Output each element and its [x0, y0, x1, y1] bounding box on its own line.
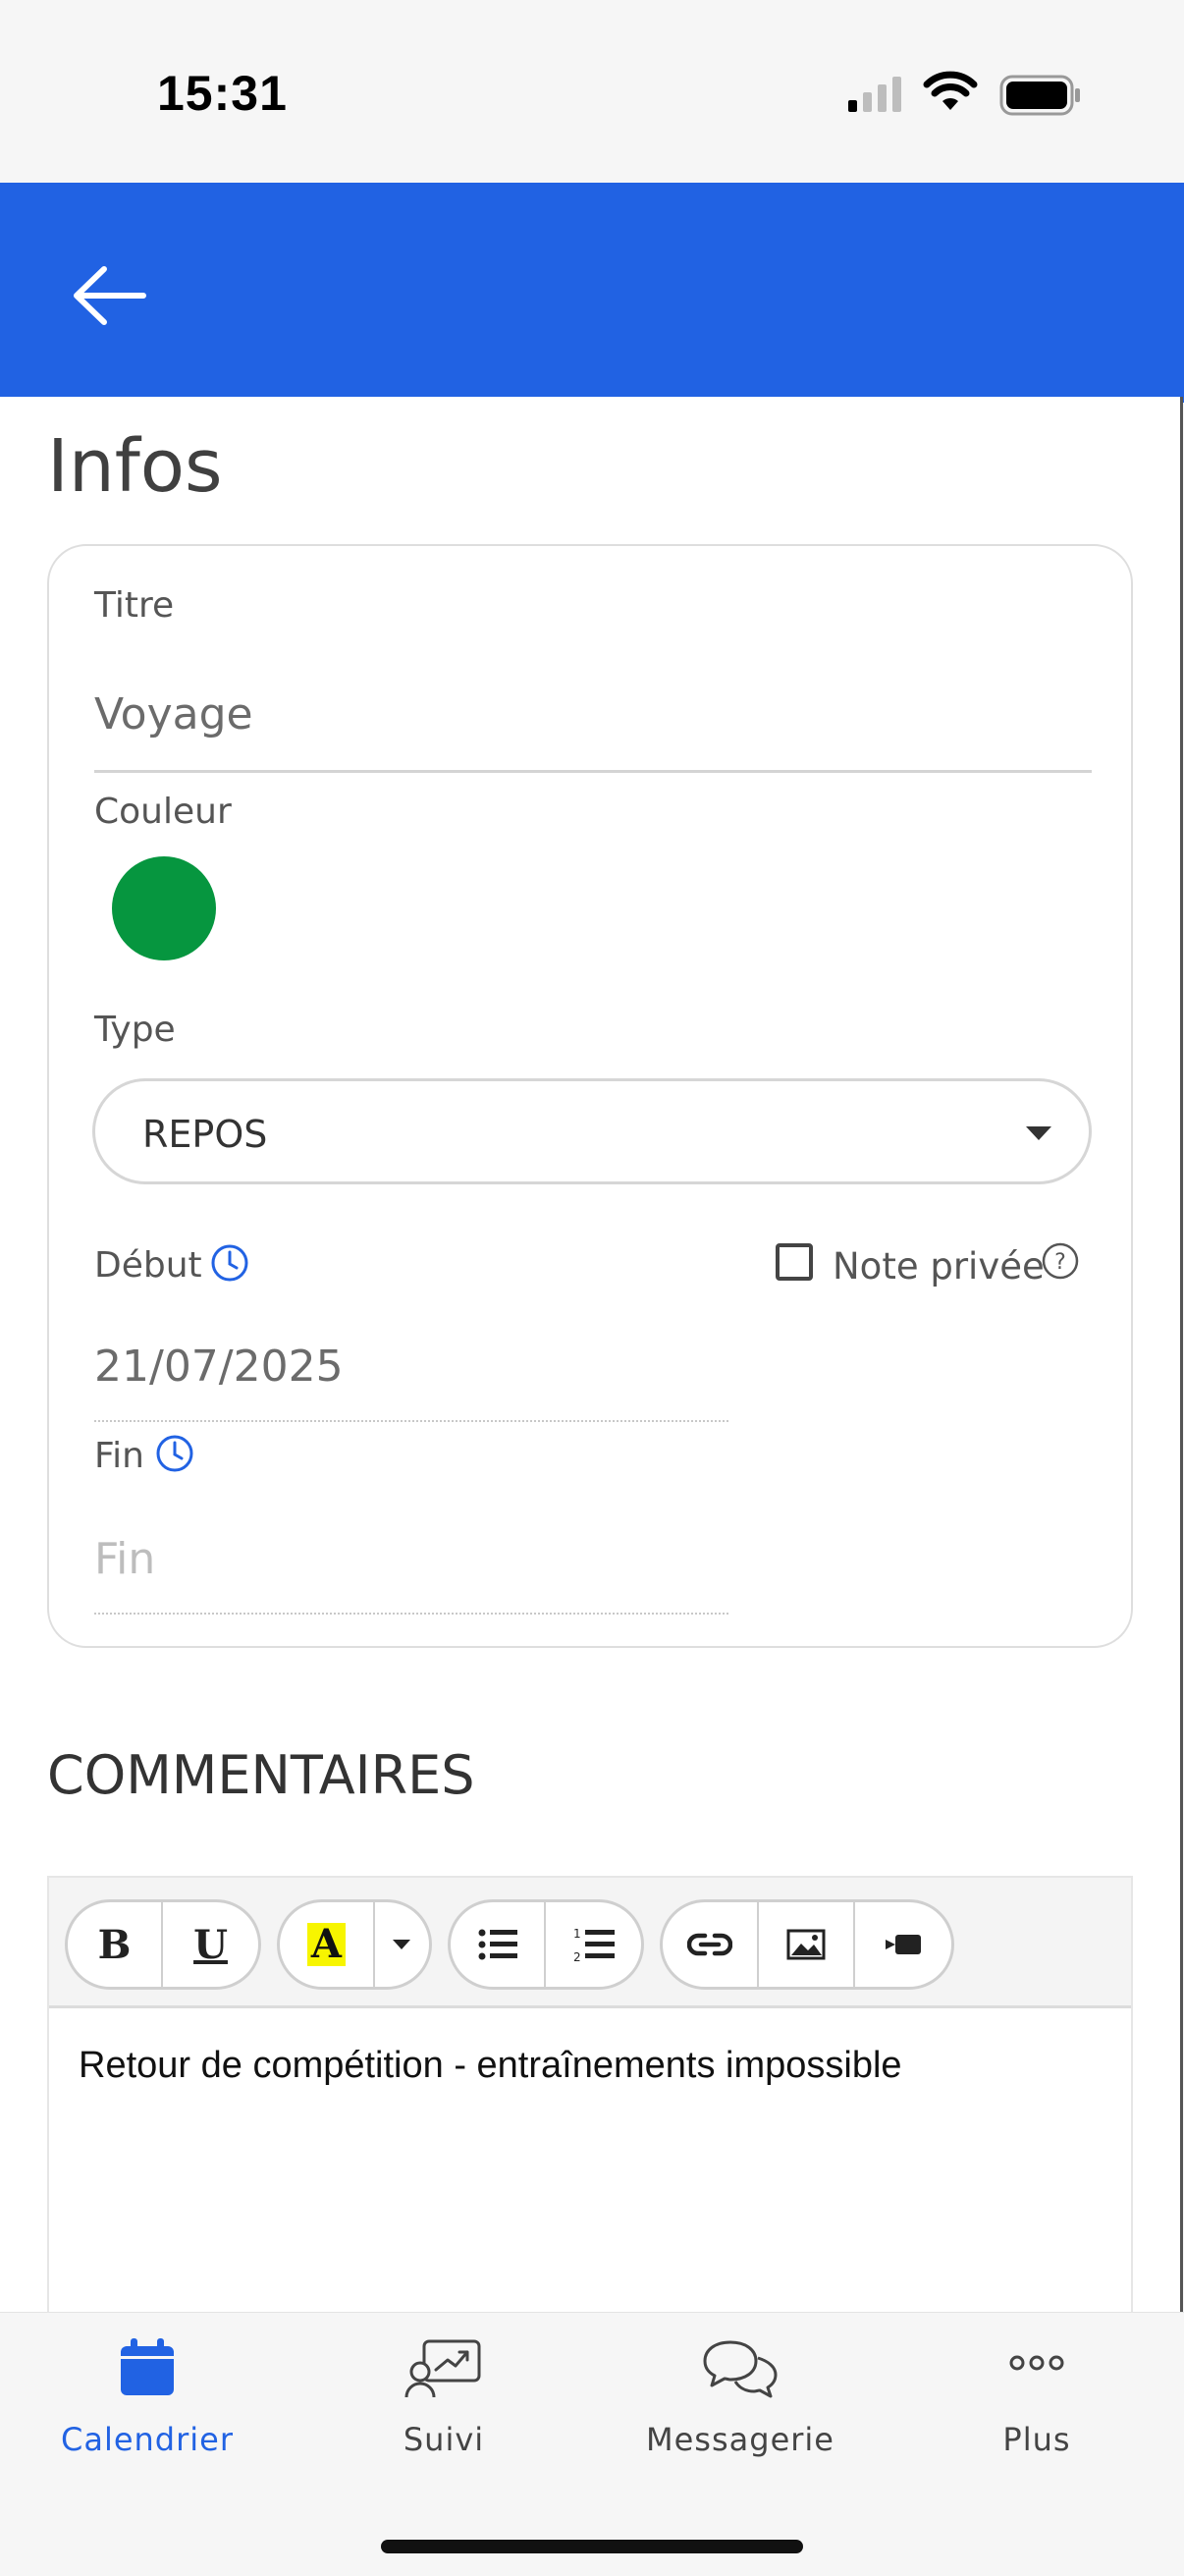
bullet-list-icon [478, 1929, 517, 1960]
nav-label: Suivi [403, 2421, 485, 2458]
underline-button[interactable]: U [163, 1902, 258, 1987]
comments-title: COMMENTAIRES [47, 1744, 475, 1806]
debut-underline [94, 1420, 728, 1422]
text-style-group: B U [65, 1899, 261, 1990]
fin-date-input[interactable]: Fin [94, 1534, 155, 1584]
nav-label: Plus [1002, 2421, 1071, 2458]
bullet-list-button[interactable] [451, 1902, 547, 1987]
video-button[interactable] [855, 1902, 951, 1987]
debut-date-input[interactable]: 21/07/2025 [94, 1342, 344, 1392]
app-header [0, 183, 1184, 403]
more-icon [1009, 2355, 1064, 2371]
wifi-icon [923, 71, 978, 110]
battery-icon [999, 75, 1080, 116]
highlight-icon: A [306, 1923, 346, 1966]
type-label: Type [94, 1010, 176, 1050]
titre-input[interactable]: Voyage [94, 689, 253, 740]
note-privee-label: Note privée [833, 1245, 1045, 1288]
chat-icon [703, 2340, 778, 2398]
home-indicator [381, 2540, 803, 2553]
page-title: Infos [47, 424, 223, 509]
calendar-icon [121, 2338, 174, 2395]
help-icon[interactable]: ? [1041, 1241, 1080, 1281]
debut-label: Début [94, 1245, 202, 1286]
fin-label: Fin [94, 1436, 144, 1476]
nav-item-plus[interactable]: Plus [889, 2313, 1184, 2509]
image-icon [786, 1929, 826, 1960]
highlight-dropdown-button[interactable] [375, 1902, 429, 1987]
type-select[interactable]: REPOS [92, 1078, 1092, 1184]
svg-text:1: 1 [573, 1927, 581, 1941]
tracking-icon [404, 2339, 481, 2398]
cellular-signal-icon [848, 77, 901, 112]
color-picker-swatch[interactable] [112, 856, 216, 960]
underline-icon: U [193, 1921, 228, 1968]
dropdown-icon [393, 1940, 411, 1949]
titre-underline [94, 770, 1092, 773]
nav-item-messagerie[interactable]: Messagerie [593, 2313, 888, 2509]
nav-item-suivi[interactable]: Suivi [296, 2313, 591, 2509]
numbered-list-button[interactable]: 1 2 [546, 1902, 641, 1987]
editor-toolbar: B U A 1 2 [49, 1878, 1131, 2008]
clock-icon[interactable] [210, 1243, 249, 1283]
link-button[interactable] [663, 1902, 759, 1987]
bold-button[interactable]: B [68, 1902, 164, 1987]
couleur-label: Couleur [94, 792, 232, 832]
titre-label: Titre [94, 585, 175, 626]
back-arrow-icon[interactable] [65, 261, 153, 330]
fin-underline [94, 1613, 728, 1615]
note-privee-checkbox[interactable] [776, 1243, 813, 1281]
rich-text-editor: B U A 1 2 Retour de compétition - entraî… [47, 1876, 1133, 2312]
numbered-list-icon: 1 2 [573, 1927, 615, 1963]
chevron-down-icon [1026, 1126, 1051, 1140]
comment-text[interactable]: Retour de compétition - entraînements im… [79, 2045, 902, 2087]
content-panel: Infos Titre Voyage Couleur Type REPOS Dé… [0, 397, 1183, 2312]
bold-icon: B [97, 1921, 132, 1968]
image-button[interactable] [759, 1902, 855, 1987]
insert-group [660, 1899, 954, 1990]
link-icon [687, 1933, 732, 1956]
nav-label: Messagerie [646, 2421, 834, 2458]
bottom-nav: Calendrier Suivi Messagerie Plus [0, 2312, 1184, 2576]
video-icon [886, 1935, 921, 1954]
clock-icon[interactable] [155, 1434, 194, 1473]
type-select-value: REPOS [142, 1113, 268, 1156]
status-time: 15:31 [157, 66, 288, 121]
svg-text:2: 2 [573, 1950, 581, 1963]
list-group: 1 2 [448, 1899, 644, 1990]
highlight-button[interactable]: A [280, 1902, 375, 1987]
infos-card: Titre Voyage Couleur Type REPOS Début No… [47, 544, 1133, 1648]
highlight-group: A [277, 1899, 432, 1990]
status-bar: 15:31 [0, 0, 1184, 183]
nav-item-calendrier[interactable]: Calendrier [0, 2313, 295, 2509]
svg-text:?: ? [1054, 1250, 1066, 1275]
nav-label: Calendrier [60, 2421, 234, 2458]
